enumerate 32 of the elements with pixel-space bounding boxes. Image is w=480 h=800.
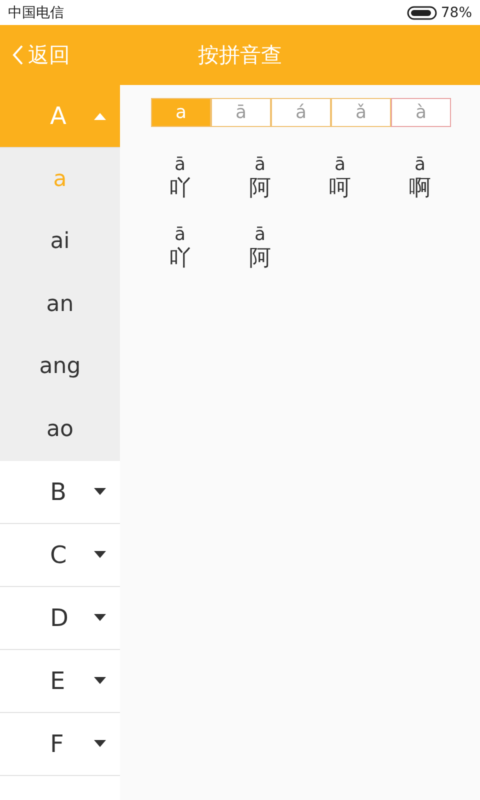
caret-icon <box>94 677 106 684</box>
pinyin-label: ā <box>414 154 426 176</box>
caret-icon <box>94 488 106 495</box>
letter-group-header[interactable]: F <box>0 712 120 776</box>
carrier-name: 中国电信 <box>8 4 64 22</box>
pinyin-item[interactable]: ai <box>0 210 120 273</box>
letter-group-header[interactable]: B <box>0 460 120 524</box>
pinyin-item[interactable]: ao <box>0 398 120 460</box>
caret-icon <box>94 112 106 120</box>
character-link[interactable]: 吖 <box>169 246 191 272</box>
caret-icon <box>94 740 106 747</box>
character-link[interactable]: 啊 <box>409 176 431 202</box>
page-title: 按拼音查 <box>198 42 282 69</box>
pinyin-label: ā <box>334 154 346 176</box>
character-link[interactable]: 阿 <box>249 176 271 202</box>
pinyin-label: ā <box>254 154 266 176</box>
character-link[interactable]: 阿 <box>249 246 271 272</box>
back-chevron-icon <box>12 44 24 66</box>
letter-group-header[interactable]: D <box>0 586 120 650</box>
caret-icon <box>94 614 106 621</box>
battery-icon <box>406 6 437 20</box>
battery-level: 78% <box>440 4 472 20</box>
character-link[interactable]: 呵 <box>329 176 351 202</box>
pinyin-item[interactable]: ang <box>0 336 120 398</box>
character-link[interactable]: 吖 <box>169 176 191 202</box>
pinyin-label: ā <box>174 224 186 246</box>
pinyin-label: ā <box>174 154 186 176</box>
pinyin-label: ā <box>254 224 266 246</box>
caret-icon <box>94 551 106 558</box>
letter-group-header[interactable]: E <box>0 650 120 712</box>
pinyin-item[interactable]: an <box>0 273 120 336</box>
letter-group-header[interactable]: C <box>0 524 120 586</box>
